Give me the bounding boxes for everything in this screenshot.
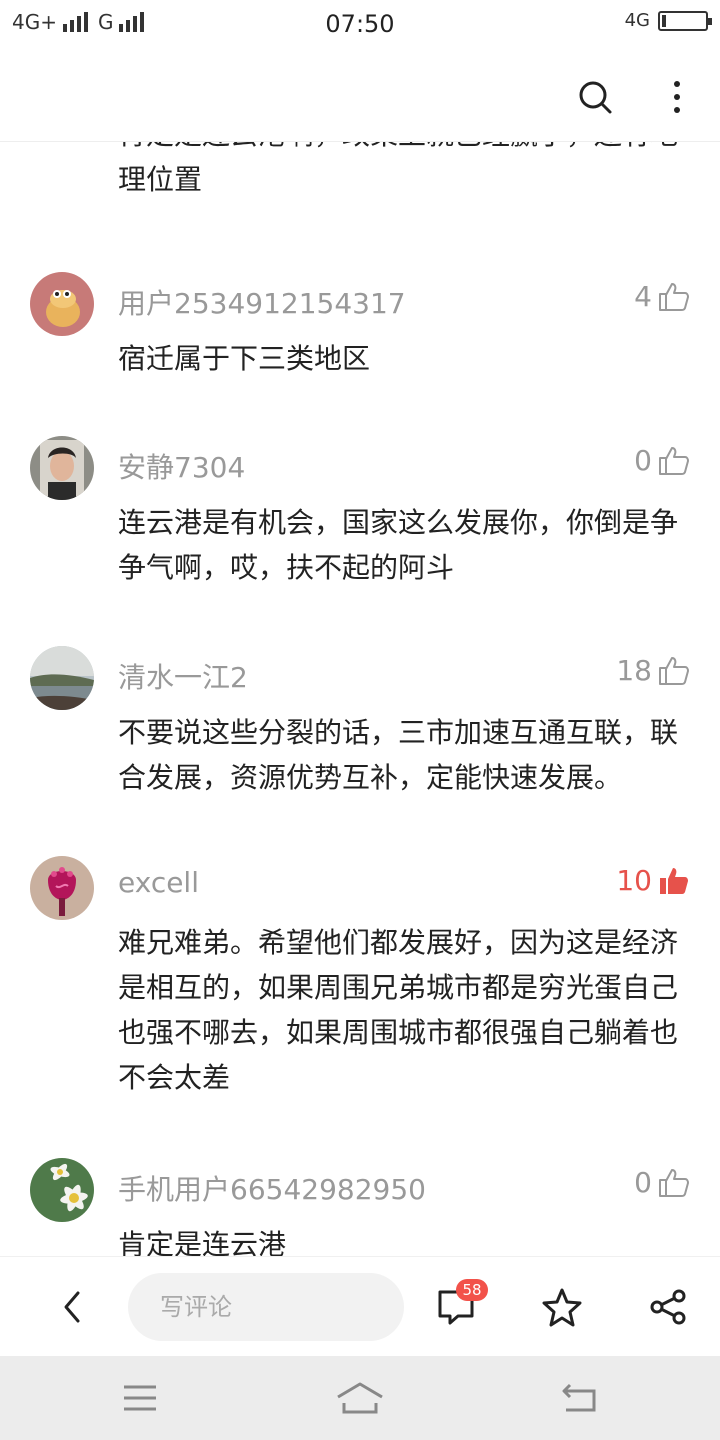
home-nav-button[interactable] — [330, 1372, 390, 1424]
search-button[interactable] — [570, 72, 620, 122]
comment-input[interactable] — [128, 1273, 404, 1341]
status-bar: 4G+ G 07:50 4G — [0, 0, 720, 52]
favorite-button[interactable] — [534, 1279, 590, 1335]
like-button[interactable]: 10 — [616, 864, 690, 897]
comment-text: 宿迁属于下三类地区 — [118, 342, 371, 375]
bottom-action-bar: 58 — [0, 1256, 720, 1356]
avatar[interactable] — [30, 436, 94, 500]
comment-text: 难兄难弟。希望他们都发展好，因为这是经济是相互的，如果周围兄弟城市都是穷光蛋自己… — [118, 926, 679, 1094]
thumbs-up-icon — [659, 282, 689, 311]
thumbs-up-icon — [659, 446, 689, 475]
like-button[interactable]: 0 — [634, 1166, 690, 1199]
username[interactable]: 安静7304 — [118, 446, 245, 486]
like-count: 0 — [634, 1166, 652, 1199]
share-button[interactable] — [640, 1279, 696, 1335]
like-button[interactable]: 0 — [634, 444, 690, 477]
like-count: 18 — [616, 654, 652, 687]
avatar[interactable] — [30, 646, 94, 710]
thumbs-up-filled-icon — [660, 867, 688, 894]
system-nav-bar — [0, 1356, 720, 1440]
comment-text: 不要说这些分裂的话，三市加速互通互联，联合发展，资源优势互补，定能快速发展。 — [118, 716, 679, 794]
avatar[interactable] — [30, 272, 94, 336]
clock: 07:50 — [325, 10, 395, 38]
comment-text: 肯定是连云港啊，政策上就已经赢了，还有地理位置 — [118, 142, 678, 196]
username[interactable]: 手机用户66542982950 — [118, 1168, 426, 1208]
comment-text: 肯定是连云港 — [118, 1228, 287, 1256]
comment-count-badge: 58 — [456, 1279, 488, 1301]
more-vertical-icon — [674, 81, 680, 113]
username[interactable]: 用户2534912154317 — [118, 282, 406, 322]
like-button[interactable]: 4 — [634, 280, 690, 313]
back-arrow-icon — [562, 1383, 596, 1412]
avatar[interactable] — [30, 856, 94, 920]
more-button[interactable] — [652, 72, 702, 122]
chevron-left-icon — [64, 1291, 80, 1323]
avatar[interactable] — [30, 1158, 94, 1222]
article-header — [0, 52, 720, 142]
thumbs-up-icon — [659, 656, 689, 685]
username[interactable]: 清水一江2 — [118, 656, 248, 696]
username[interactable]: excell — [118, 866, 199, 899]
thumbs-up-icon — [659, 1168, 689, 1197]
status-right: 4G — [624, 10, 712, 31]
network-type-right: 4G — [624, 10, 650, 31]
comment-list[interactable]: 肯定是连云港啊，政策上就已经赢了，还有地理位置 用户2534912154317 … — [0, 142, 720, 1256]
comment-text: 连云港是有机会，国家这么发展你，你倒是争争气啊，哎，扶不起的阿斗 — [118, 506, 679, 584]
battery-icon — [658, 10, 712, 31]
search-icon — [579, 81, 612, 114]
like-count: 0 — [634, 444, 652, 477]
back-nav-button[interactable] — [550, 1372, 610, 1424]
like-count: 4 — [634, 280, 652, 313]
like-button[interactable]: 18 — [616, 654, 690, 687]
back-button[interactable] — [44, 1279, 100, 1335]
home-icon — [337, 1382, 383, 1414]
menu-nav-button[interactable] — [110, 1372, 170, 1424]
like-count: 10 — [616, 864, 652, 897]
share-icon — [650, 1289, 686, 1325]
menu-icon — [124, 1385, 156, 1411]
star-icon — [542, 1288, 582, 1327]
